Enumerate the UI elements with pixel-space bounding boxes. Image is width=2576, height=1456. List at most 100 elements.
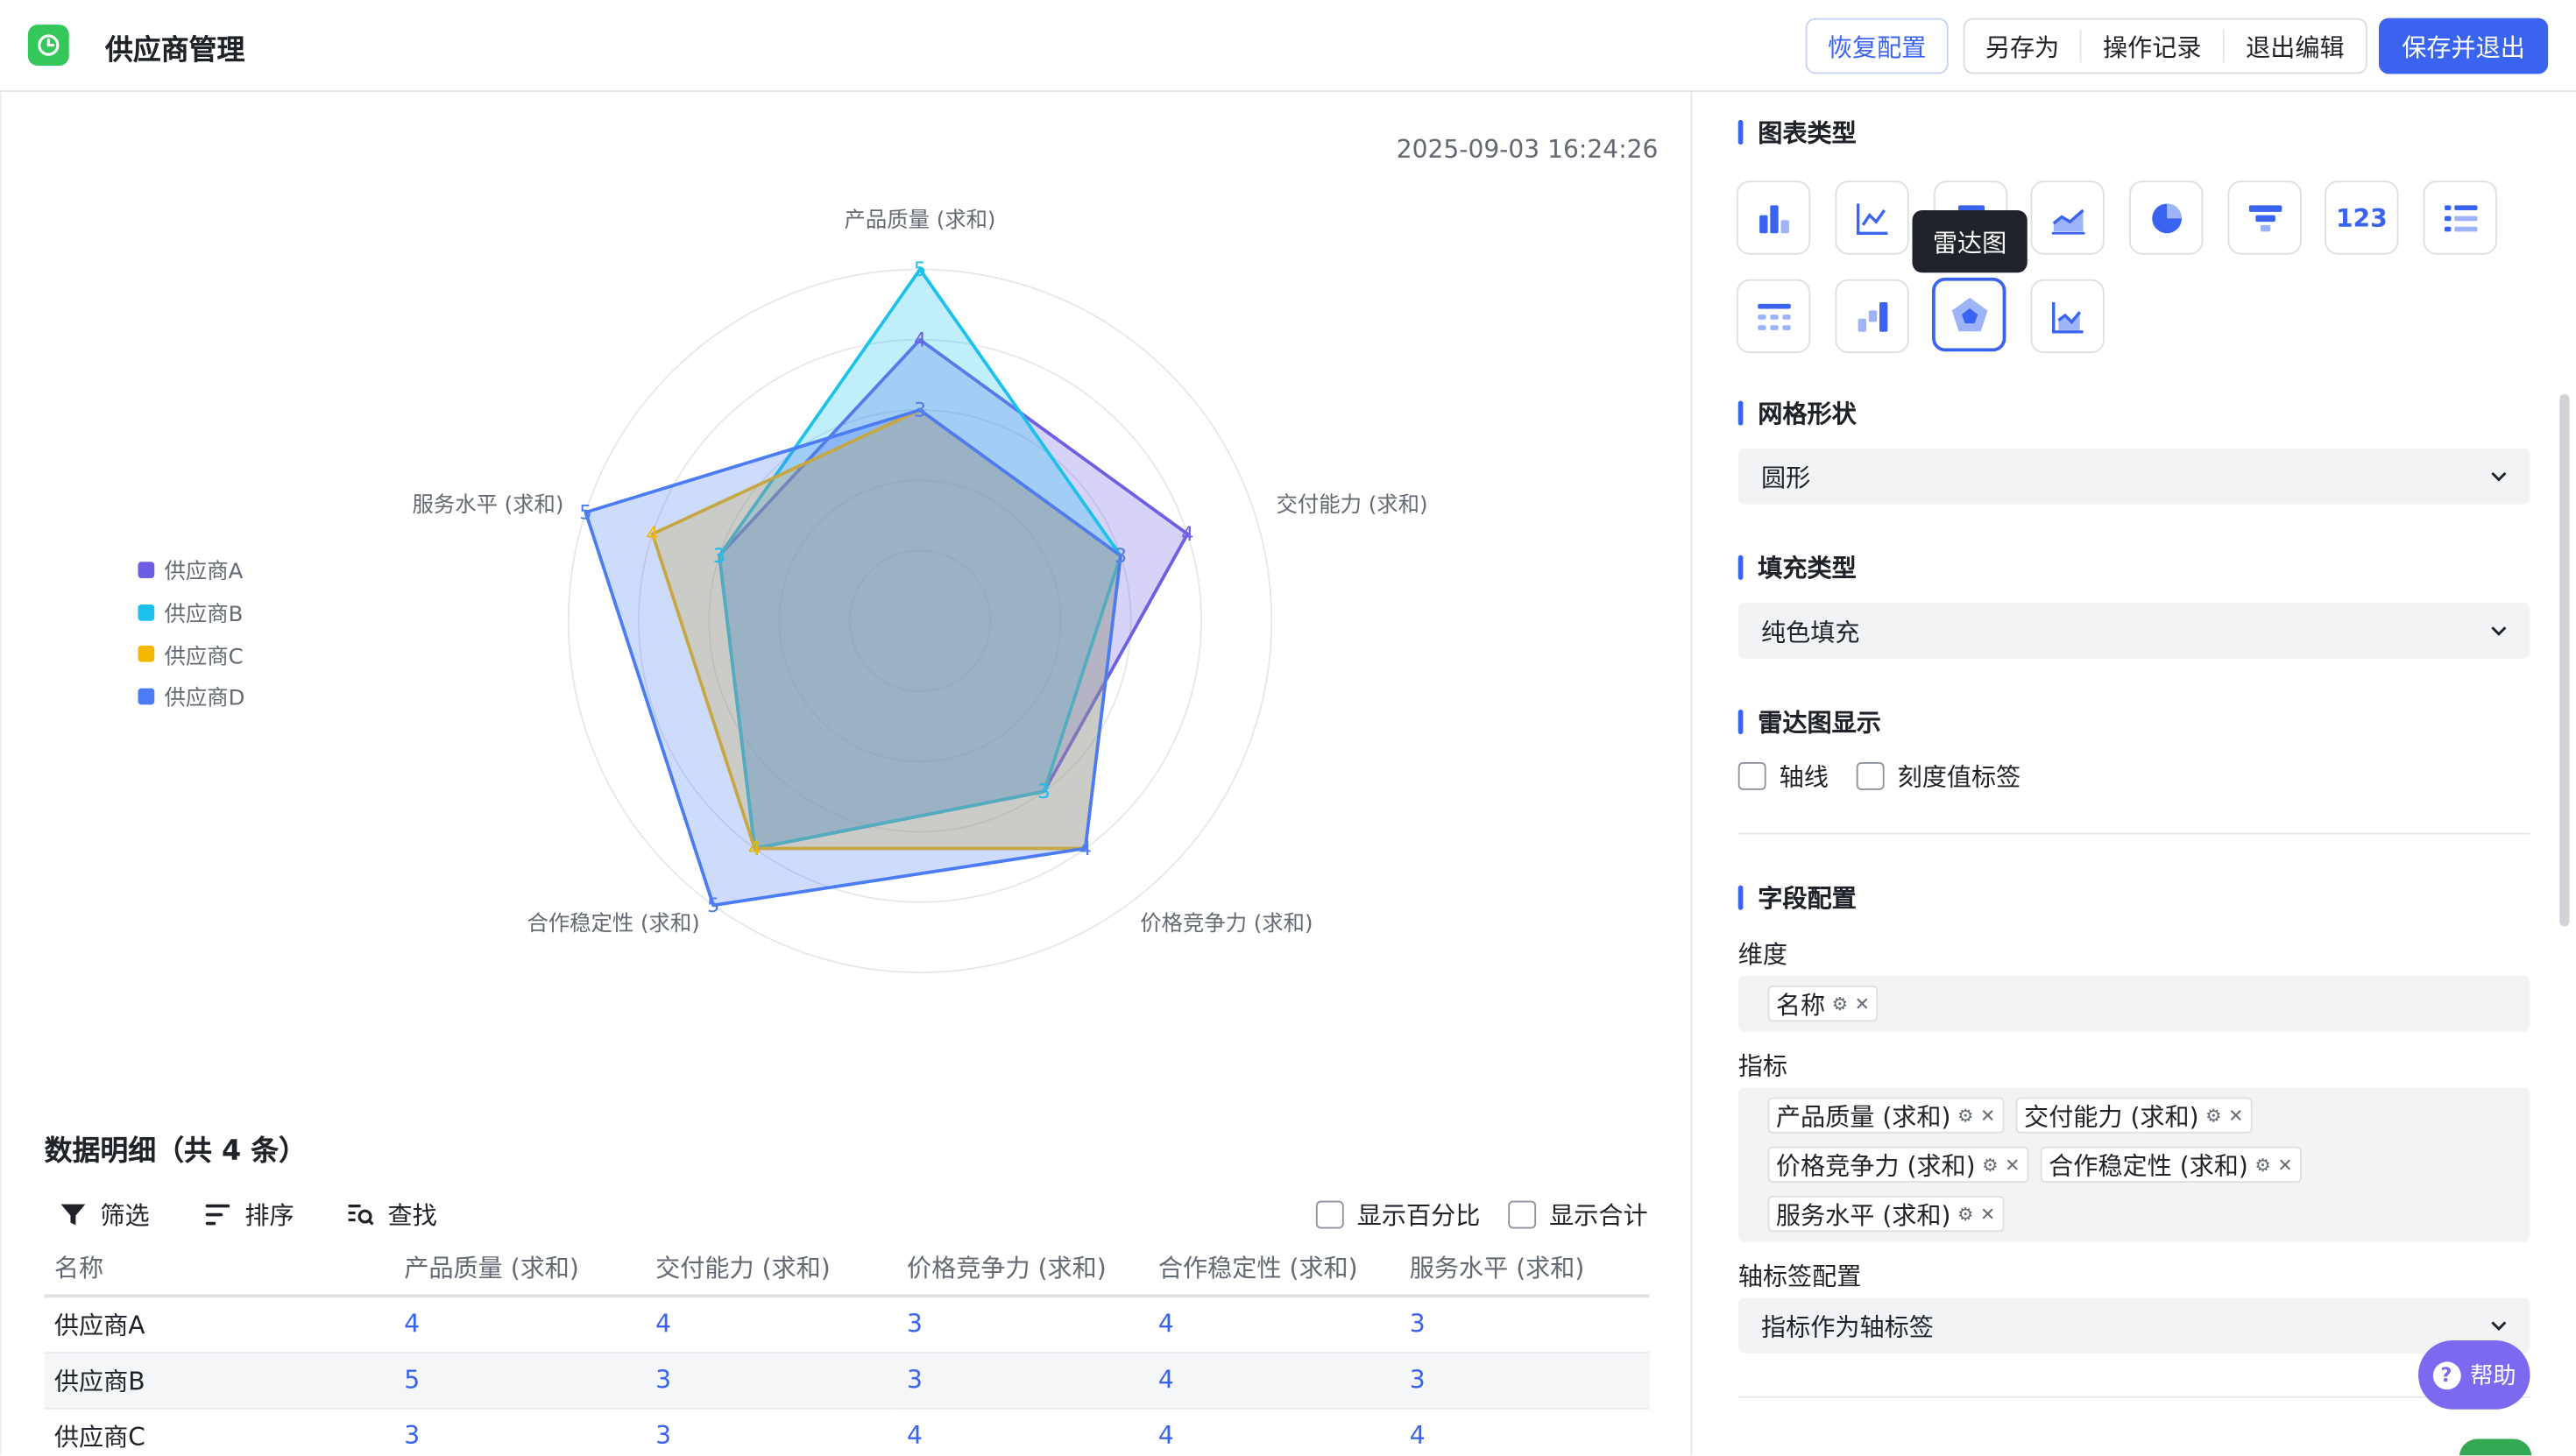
- column-header[interactable]: 名称: [44, 1238, 394, 1298]
- funnel-chart-type-button[interactable]: [2227, 180, 2302, 255]
- grid-shape-select[interactable]: 圆形: [1737, 448, 2530, 505]
- gear-icon[interactable]: ⚙: [1982, 1154, 1999, 1175]
- find-button[interactable]: 查找: [347, 1198, 437, 1232]
- save-as-button[interactable]: 另存为: [1965, 29, 2080, 63]
- show-total-checkbox[interactable]: 显示合计: [1508, 1198, 1648, 1232]
- tick-label-checkbox[interactable]: 刻度值标签: [1856, 759, 2020, 793]
- metric-tag[interactable]: 产品质量 (求和) ⚙ ✕: [1767, 1097, 2004, 1134]
- panel-scrollbar[interactable]: [2559, 394, 2570, 927]
- filter-label: 筛选: [100, 1200, 150, 1231]
- close-icon[interactable]: ✕: [1980, 1105, 1995, 1126]
- legend-item[interactable]: 供应商B: [138, 590, 245, 633]
- line-chart-type-button[interactable]: [1835, 180, 1909, 255]
- legend-item[interactable]: 供应商A: [138, 548, 245, 590]
- column-header[interactable]: 产品质量 (求和): [394, 1238, 646, 1298]
- table-cell: 4: [394, 1296, 646, 1354]
- radar-axis-label: 合作稳定性 (求和): [527, 910, 699, 936]
- metric-dropzone[interactable]: 产品质量 (求和) ⚙ ✕ 交付能力 (求和) ⚙ ✕ 价格竞争力 (求和) ⚙…: [1737, 1087, 2530, 1242]
- close-icon[interactable]: ✕: [1855, 993, 1870, 1014]
- gear-icon[interactable]: ⚙: [2205, 1105, 2222, 1126]
- column-header[interactable]: 价格竞争力 (求和): [896, 1238, 1149, 1298]
- tag-label: 交付能力 (求和): [2024, 1101, 2199, 1131]
- chevron-down-icon: [2491, 1321, 2507, 1331]
- table-cell: 3: [896, 1352, 1149, 1409]
- chart-type-tooltip: 雷达图: [1912, 210, 2028, 273]
- gear-icon[interactable]: ⚙: [1957, 1203, 1974, 1224]
- chevron-down-icon: [2491, 471, 2507, 482]
- metric-tag[interactable]: 价格竞争力 (求和) ⚙ ✕: [1767, 1146, 2028, 1183]
- bar-chart-type-button[interactable]: [1736, 180, 1811, 255]
- fill-type-select[interactable]: 纯色填充: [1737, 603, 2530, 659]
- checkbox-label: 轴线: [1779, 762, 1829, 792]
- metric-tag[interactable]: 合作稳定性 (求和) ⚙ ✕: [2040, 1146, 2302, 1183]
- list-type-button[interactable]: [2423, 180, 2497, 255]
- show-legend-toggle[interactable]: [2459, 1438, 2532, 1456]
- dimension-tag[interactable]: 名称 ⚙ ✕: [1767, 986, 1879, 1022]
- find-icon: [348, 1205, 374, 1226]
- help-button[interactable]: ? 帮助: [2418, 1340, 2530, 1410]
- line-chart-icon: [1856, 202, 1887, 234]
- section-divider: [1737, 832, 2530, 835]
- chart-legend: 供应商A 供应商B 供应商C 供应商D: [138, 548, 245, 717]
- gear-icon[interactable]: ⚙: [2254, 1154, 2271, 1175]
- history-button[interactable]: 操作记录: [2082, 29, 2223, 63]
- legend-item[interactable]: 供应商D: [138, 675, 244, 717]
- checkbox-box: [1737, 762, 1766, 790]
- radar-axis-label: 产品质量 (求和): [845, 207, 996, 232]
- area-chart-type-button[interactable]: [2030, 180, 2105, 255]
- radar-axis-label: 交付能力 (求和): [1277, 491, 1428, 517]
- area-chart-icon: [2050, 208, 2084, 234]
- gear-icon[interactable]: ⚙: [1957, 1105, 1974, 1126]
- sort-label: 排序: [244, 1200, 294, 1231]
- table-cell: 4: [1399, 1407, 1650, 1456]
- column-header[interactable]: 交付能力 (求和): [645, 1238, 897, 1298]
- number-card-type-button[interactable]: 123: [2325, 180, 2399, 255]
- radar-value-label: 4: [1079, 838, 1092, 860]
- sort-button[interactable]: 排序: [204, 1198, 294, 1232]
- table-row[interactable]: 供应商A 4 4 3 4 3: [44, 1296, 1650, 1354]
- table-cell: 3: [645, 1352, 897, 1409]
- metric-tag[interactable]: 服务水平 (求和) ⚙ ✕: [1767, 1196, 2004, 1233]
- axis-line-checkbox[interactable]: 轴线: [1737, 759, 1829, 793]
- dimension-dropzone[interactable]: 名称 ⚙ ✕: [1737, 975, 2530, 1032]
- table-header-row: 名称 产品质量 (求和) 交付能力 (求和) 价格竞争力 (求和) 合作稳定性 …: [44, 1238, 1650, 1298]
- metric-tag[interactable]: 交付能力 (求和) ⚙ ✕: [2015, 1097, 2252, 1134]
- table-cell: 4: [1148, 1407, 1400, 1456]
- save-and-exit-button[interactable]: 保存并退出: [2379, 18, 2549, 74]
- radar-chart[interactable]: 44343533433344433455产品质量 (求和)交付能力 (求和)价格…: [0, 92, 1692, 1111]
- show-percent-checkbox[interactable]: 显示百分比: [1315, 1198, 1480, 1232]
- waterfall-chart-icon: [1857, 301, 1887, 331]
- restore-config-button[interactable]: 恢复配置: [1805, 18, 1949, 74]
- detail-table-type-button[interactable]: [1736, 279, 1811, 354]
- waterfall-chart-type-button[interactable]: [1835, 279, 1909, 354]
- legend-swatch: [138, 561, 155, 578]
- radar-chart-type-button[interactable]: [1932, 277, 2006, 352]
- chart-type-section-title: 图表类型: [1738, 115, 1857, 149]
- exit-edit-button[interactable]: 退出编辑: [2225, 29, 2366, 63]
- table-row[interactable]: 供应商C 3 3 4 4 4: [44, 1407, 1650, 1456]
- column-header[interactable]: 合作稳定性 (求和): [1148, 1238, 1400, 1298]
- radar-value-label: 3: [1115, 545, 1127, 568]
- legend-item[interactable]: 供应商C: [138, 633, 245, 675]
- close-icon[interactable]: ✕: [1980, 1203, 1995, 1224]
- column-header[interactable]: 服务水平 (求和): [1399, 1238, 1650, 1298]
- legend-swatch: [138, 604, 155, 620]
- table-cell: 4: [896, 1407, 1149, 1456]
- combo-chart-type-button[interactable]: [2030, 279, 2105, 354]
- table-cell: 供应商C: [44, 1407, 394, 1456]
- close-icon[interactable]: ✕: [2005, 1154, 2020, 1175]
- table-cell: 3: [1399, 1296, 1650, 1354]
- select-value: 圆形: [1761, 462, 1811, 492]
- close-icon[interactable]: ✕: [2228, 1105, 2243, 1126]
- close-icon[interactable]: ✕: [2277, 1154, 2292, 1175]
- filter-button[interactable]: 筛选: [60, 1198, 150, 1232]
- table-row[interactable]: 供应商B 5 3 3 4 3: [44, 1352, 1650, 1409]
- table-cell: 3: [394, 1407, 646, 1456]
- pie-chart-type-button[interactable]: [2129, 180, 2204, 255]
- axis-label-config-select[interactable]: 指标作为轴标签: [1737, 1297, 2530, 1354]
- radar-value-label: 4: [1181, 523, 1193, 546]
- gear-icon[interactable]: ⚙: [1832, 993, 1849, 1014]
- field-config-section-title: 字段配置: [1738, 880, 1857, 915]
- table-cell: 供应商B: [44, 1352, 394, 1409]
- radar-axis-label: 服务水平 (求和): [413, 491, 564, 517]
